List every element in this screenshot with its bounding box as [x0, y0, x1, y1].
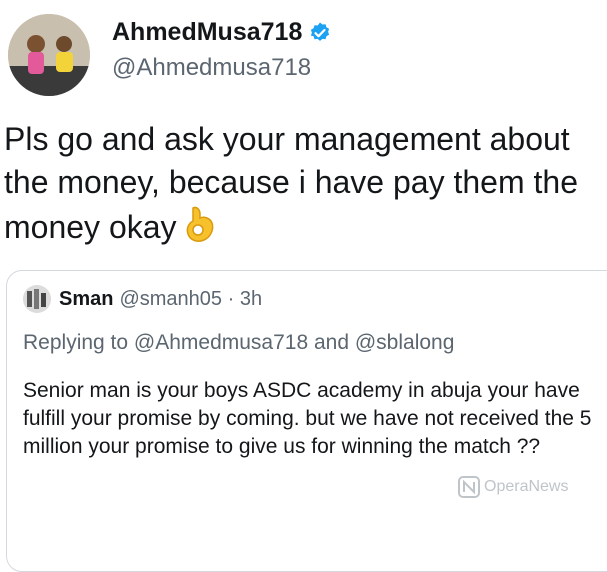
- quoted-text: Senior man is your boys ASDC academy in …: [23, 379, 592, 458]
- watermark: OperaNews: [458, 476, 568, 498]
- quoted-tweet[interactable]: Sman @smanh05 · 3h Replying to @Ahmedmus…: [6, 270, 607, 572]
- ok-hand-icon: [186, 206, 213, 242]
- quoted-avatar[interactable]: [23, 285, 51, 313]
- name-row: AhmedMusa718: [112, 18, 332, 47]
- quoted-display-name[interactable]: Sman: [59, 288, 113, 311]
- replying-to: Replying to @Ahmedmusa718 and @sblalong: [23, 331, 455, 354]
- quoted-handle-time: @smanh05 · 3h: [119, 287, 263, 310]
- verified-badge-icon: [311, 22, 330, 41]
- opera-news-logo-icon: [458, 476, 480, 498]
- display-name[interactable]: AhmedMusa718: [112, 18, 302, 47]
- avatar[interactable]: [8, 14, 90, 96]
- tweet-text: Pls go and ask your management about the…: [4, 121, 578, 245]
- tweet-header: AhmedMusa718 @Ahmedmusa718: [8, 10, 598, 100]
- tweet-body: Pls go and ask your management about the…: [4, 118, 600, 249]
- watermark-label: OperaNews: [484, 478, 569, 495]
- user-handle[interactable]: @Ahmedmusa718: [112, 54, 311, 82]
- quoted-header: Sman @smanh05 · 3h: [23, 285, 262, 313]
